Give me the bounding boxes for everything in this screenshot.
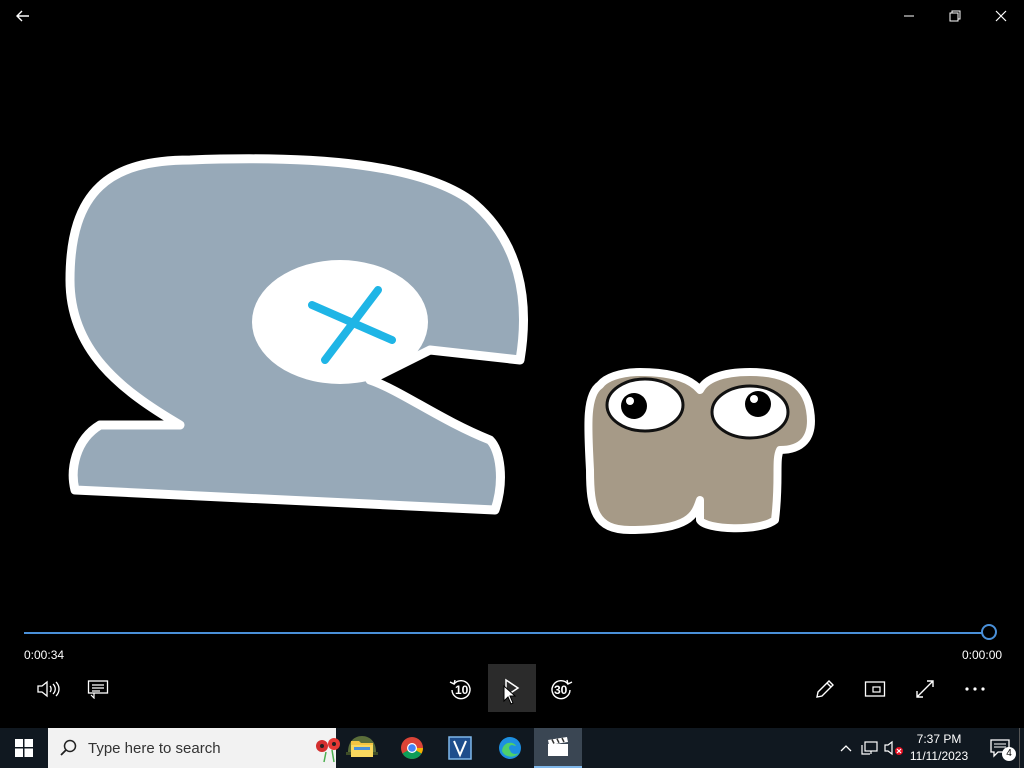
notification-center-button[interactable]: 4 [976, 728, 1024, 768]
edge-icon [499, 737, 521, 759]
chrome-icon [401, 737, 423, 759]
close-icon [995, 10, 1007, 22]
remaining-time: 0:00:00 [962, 648, 1003, 662]
taskbar-file-explorer[interactable] [338, 728, 386, 768]
folder-icon [351, 741, 373, 757]
seek-thumb[interactable] [981, 624, 997, 640]
notification-count-badge: 4 [1002, 747, 1016, 761]
video-frame[interactable] [0, 32, 1024, 612]
subtitles-button[interactable] [75, 666, 121, 712]
taskbar-chrome[interactable] [388, 728, 436, 768]
volume-muted-icon [884, 740, 903, 756]
video-content-image [65, 154, 815, 534]
restore-button[interactable] [932, 0, 978, 32]
subtitles-icon [87, 680, 109, 699]
taskbar-clock[interactable]: 7:37 PM 11/11/2023 [905, 731, 973, 765]
ellipsis-icon [965, 687, 985, 691]
mini-view-icon [864, 681, 886, 697]
start-button[interactable] [0, 728, 48, 768]
volume-icon [37, 680, 60, 698]
mini-view-button[interactable] [852, 666, 898, 712]
skip-forward-button[interactable]: 30 [538, 666, 584, 712]
show-hidden-icons-button[interactable] [834, 728, 858, 768]
mouse-cursor-icon [503, 685, 517, 705]
fullscreen-button[interactable] [902, 666, 948, 712]
volume-tray-button[interactable] [882, 728, 906, 768]
windows-logo-icon [15, 739, 33, 757]
elapsed-time: 0:00:34 [24, 648, 65, 662]
chevron-up-icon [840, 745, 852, 752]
taskbar: Type here to search 7:37 PM 11/11/2023 4 [0, 728, 1024, 768]
clock-time: 7:37 PM [916, 732, 962, 746]
taskbar-movies-tv[interactable] [534, 728, 582, 768]
close-button[interactable] [978, 0, 1024, 32]
skip-back-button[interactable]: 10 [438, 666, 484, 712]
back-arrow-icon [16, 10, 29, 22]
skip-forward-label: 30 [554, 683, 568, 697]
skip-back-label: 10 [455, 683, 469, 697]
edit-button[interactable] [802, 666, 848, 712]
network-button[interactable] [858, 728, 882, 768]
show-desktop-button[interactable] [1019, 728, 1024, 768]
back-button[interactable] [0, 0, 46, 32]
visio-icon [448, 736, 472, 760]
fullscreen-icon [916, 680, 934, 698]
minimize-icon [904, 15, 914, 17]
restore-icon [949, 10, 961, 22]
pencil-icon [816, 680, 834, 698]
network-icon [861, 741, 878, 755]
minimize-button[interactable] [886, 0, 932, 32]
volume-button[interactable] [25, 666, 71, 712]
taskbar-search-box[interactable]: Type here to search [48, 728, 378, 768]
more-options-button[interactable] [952, 666, 998, 712]
search-icon [60, 739, 77, 756]
clapperboard-icon [548, 737, 568, 756]
clock-date: 11/11/2023 [909, 749, 969, 763]
taskbar-visio[interactable] [436, 728, 484, 768]
search-placeholder: Type here to search [88, 740, 221, 757]
taskbar-edge[interactable] [486, 728, 534, 768]
seek-bar[interactable] [24, 632, 990, 634]
